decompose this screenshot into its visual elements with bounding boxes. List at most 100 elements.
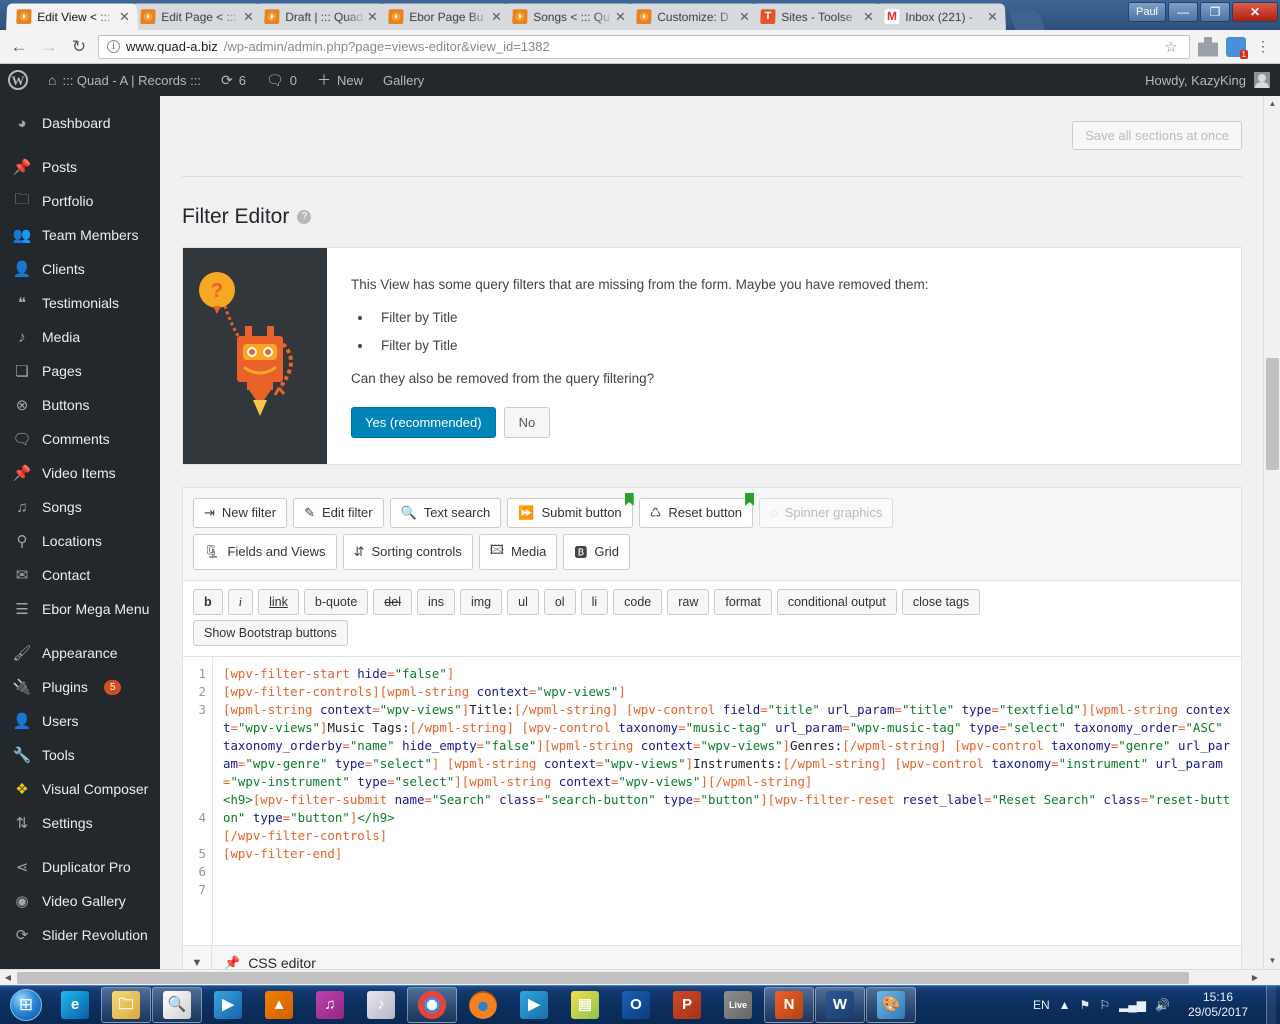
sidebar-item-visual-composer[interactable]: ❖ Visual Composer [0, 772, 160, 806]
taskbar-outlook-icon[interactable]: O [611, 987, 661, 1023]
address-bar[interactable]: i www.quad-a.biz/wp-admin/admin.php?page… [98, 34, 1190, 59]
grid-button[interactable]: 🅱 Grid [563, 533, 630, 570]
new-content-menu[interactable]: ＋ New [307, 64, 373, 96]
help-icon[interactable]: ? [297, 210, 312, 224]
sorting-controls-button[interactable]: ⇵ Sorting controls [342, 533, 473, 570]
close-window-button[interactable]: ✕ [1232, 2, 1278, 22]
taskbar-notepad-plus-icon[interactable]: N [764, 987, 814, 1023]
new-filter-button[interactable]: ⇥ New filter [193, 497, 288, 528]
edit-filter-button[interactable]: ✎ Edit filter [293, 497, 384, 528]
quicktag-img[interactable]: img [459, 588, 503, 615]
quicktag-ins[interactable]: ins [416, 588, 455, 615]
taskbar-file-explorer-icon[interactable]: 🗀 [101, 987, 151, 1023]
taskbar-live-icon[interactable]: Live [713, 987, 763, 1023]
sidebar-item-tools[interactable]: 🔧 Tools [0, 738, 160, 772]
minimize-button[interactable]: — [1168, 2, 1198, 22]
quicktag-code[interactable]: code [613, 588, 663, 615]
sidebar-item-clients[interactable]: 👤 Clients [0, 252, 160, 286]
close-icon[interactable]: ✕ [985, 9, 999, 24]
new-tab-button[interactable] [1008, 10, 1046, 30]
forward-icon[interactable]: → [38, 36, 60, 58]
sidebar-item-duplicator-pro[interactable]: ⋖ Duplicator Pro [0, 850, 160, 884]
quicktag-raw[interactable]: raw [667, 588, 710, 615]
save-all-sections-button[interactable]: Save all sections at once [1072, 120, 1242, 150]
site-name-menu[interactable]: ⌂ ::: Quad - A | Records ::: [38, 64, 211, 96]
sidebar-item-team-members[interactable]: 👥 Team Members [0, 218, 160, 252]
taskbar-movie-maker-icon[interactable]: ▶ [509, 987, 559, 1023]
show-hidden-icons-icon[interactable]: ▲ [1059, 998, 1071, 1012]
bookmark-star-icon[interactable]: ☆ [1161, 38, 1181, 56]
action-center-icon[interactable]: ⚐ [1099, 998, 1110, 1012]
quicktag-bold[interactable]: b [193, 588, 223, 615]
taskbar-word-icon[interactable]: W [815, 987, 865, 1023]
chrome-profile-button[interactable]: Paul [1128, 2, 1166, 22]
quicktag-italic[interactable]: i [227, 588, 254, 615]
reload-icon[interactable]: ↻ [68, 36, 90, 58]
sidebar-item-buttons[interactable]: ⊗ Buttons [0, 388, 160, 422]
wp-logo-menu[interactable]: W [0, 64, 38, 96]
sidebar-item-pages[interactable]: ❏ Pages [0, 354, 160, 388]
no-button[interactable]: No [503, 406, 551, 438]
sidebar-item-contact[interactable]: ✉ Contact [0, 558, 160, 592]
browser-tab-1[interactable]: Edit Page < ::: ✕ [130, 3, 262, 30]
taskbar-music-presenter-icon[interactable]: ♪ [356, 987, 406, 1023]
media-button[interactable]: 🖾 Media [478, 533, 558, 570]
sidebar-item-plugins[interactable]: 🔌 Plugins 5 [0, 670, 160, 704]
yes-recommended-button[interactable]: Yes (recommended) [351, 406, 496, 438]
account-menu[interactable]: Howdy, KazyKing [1145, 64, 1280, 96]
taskbar-itunes-icon[interactable]: ♫ [305, 987, 355, 1023]
scroll-left-icon[interactable]: ◀ [0, 970, 16, 985]
updates-menu[interactable]: ⟳ 6 [211, 64, 256, 96]
fields-and-views-button[interactable]: 🗜 Fields and Views [193, 533, 337, 570]
submit-button-button[interactable]: ⏩ Submit button [507, 492, 634, 528]
clock[interactable]: 15:16 29/05/2017 [1179, 990, 1257, 1020]
sidebar-item-dashboard[interactable]: ◕ Dashboard [0, 106, 160, 140]
taskbar-powerpoint-icon[interactable]: P [662, 987, 712, 1023]
info-icon[interactable]: i [107, 40, 120, 53]
close-icon[interactable]: ✕ [117, 9, 131, 24]
sidebar-item-testimonials[interactable]: ❝ Testimonials [0, 286, 160, 320]
back-icon[interactable]: ← [8, 36, 30, 58]
browser-tab-7[interactable]: Inbox (221) - ✕ [874, 3, 1006, 30]
extension-puzzle-icon[interactable] [1198, 36, 1218, 57]
volume-icon[interactable]: 🔊 [1155, 998, 1170, 1012]
taskbar-media-player-icon[interactable]: ▶ [203, 987, 253, 1023]
sidebar-item-songs[interactable]: ♫ Songs [0, 490, 160, 524]
quicktag-format[interactable]: format [714, 588, 772, 615]
taskbar-firefox-icon[interactable] [458, 987, 508, 1023]
browser-tab-2[interactable]: Draft | ::: Quad ✕ [254, 3, 386, 30]
scroll-down-icon[interactable]: ▼ [1264, 953, 1280, 969]
browser-tab-3[interactable]: Ebor Page Bu ✕ [378, 3, 510, 30]
browser-tab-5[interactable]: Customize: D ✕ [626, 3, 758, 30]
sidebar-item-appearance[interactable]: 🖌 Appearance [0, 636, 160, 670]
sidebar-item-portfolio[interactable]: 🗀 Portfolio [0, 184, 160, 218]
taskbar-internet-explorer-icon[interactable]: e [50, 987, 100, 1023]
quicktag-conditional-output[interactable]: conditional output [776, 588, 897, 615]
quicktag-link[interactable]: link [258, 588, 299, 615]
network-signal-icon[interactable]: ▂▄▆ [1119, 998, 1146, 1012]
taskbar-vlc-icon[interactable]: ▲ [254, 987, 304, 1023]
sidebar-item-slider-revolution[interactable]: ⟳ Slider Revolution [0, 918, 160, 952]
scroll-right-icon[interactable]: ▶ [1247, 970, 1263, 985]
quicktag-bquote[interactable]: b-quote [303, 588, 369, 615]
quicktag-del[interactable]: del [373, 588, 412, 615]
text-search-button[interactable]: 🔍 Text search [389, 497, 502, 528]
network-alert-icon[interactable]: ⚑ [1080, 998, 1091, 1012]
browser-tab-6[interactable]: Sites - Toolse ✕ [750, 3, 882, 30]
sidebar-item-video-items[interactable]: 📌 Video Items [0, 456, 160, 490]
gallery-menu[interactable]: Gallery [373, 64, 434, 96]
show-bootstrap-buttons-button[interactable]: Show Bootstrap buttons [193, 619, 348, 646]
code-content[interactable]: [wpv-filter-start hide="false"] [wpv-filt… [213, 657, 1241, 945]
sidebar-item-posts[interactable]: 📌 Posts [0, 150, 160, 184]
sidebar-item-settings[interactable]: ⇅ Settings [0, 806, 160, 840]
comments-menu[interactable]: 🗨 0 [256, 64, 307, 96]
quicktag-close-tags[interactable]: close tags [901, 588, 981, 615]
sidebar-item-users[interactable]: 👤 Users [0, 704, 160, 738]
taskbar-sticky-notes-icon[interactable]: ▤ [560, 987, 610, 1023]
sidebar-item-locations[interactable]: ⚲ Locations [0, 524, 160, 558]
quicktag-ol[interactable]: ol [543, 588, 576, 615]
taskbar-search-file-icon[interactable]: 🔍 [152, 987, 202, 1023]
scroll-up-icon[interactable]: ▲ [1264, 96, 1280, 112]
sidebar-item-ebor-mega-menu[interactable]: ☰ Ebor Mega Menu [0, 592, 160, 626]
page-scrollbar-vertical[interactable]: ▲ ▼ [1263, 96, 1280, 969]
